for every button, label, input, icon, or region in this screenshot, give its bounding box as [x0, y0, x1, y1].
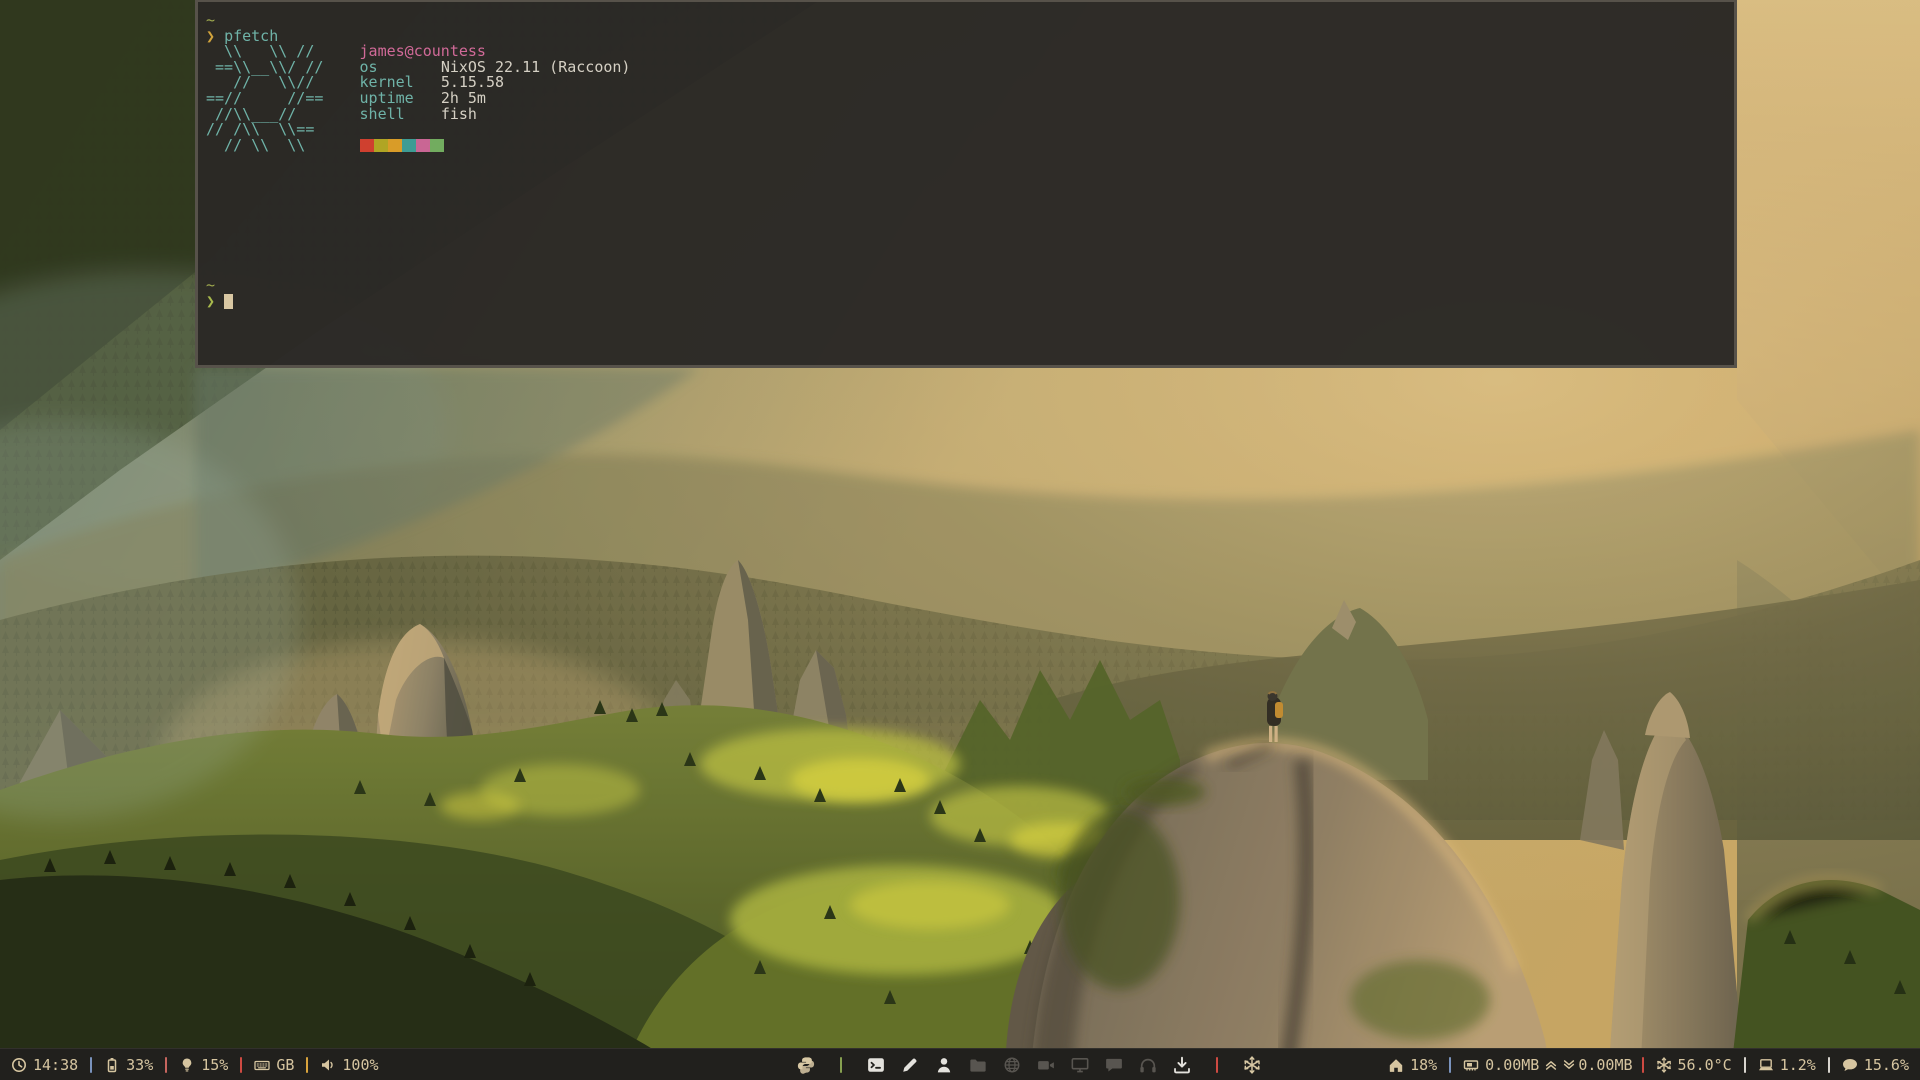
snowflake-icon — [1656, 1057, 1672, 1073]
terminal-content: ~❯ pfetch \\ \\ // james@countess ==\\__… — [206, 13, 1726, 309]
separator — [840, 1057, 842, 1073]
terminal-line — [206, 247, 1726, 263]
separator — [1642, 1057, 1644, 1073]
volume-value: 100% — [342, 1056, 378, 1074]
terminal-line — [206, 216, 1726, 232]
terminal-line — [206, 185, 1726, 201]
browser-tray-icon[interactable] — [1003, 1056, 1021, 1074]
status-bar-left: 14:38 33% 15% GB 100% — [8, 1049, 382, 1080]
terminal-line — [206, 200, 1726, 216]
memory-widget: 15.6% — [1842, 1056, 1909, 1074]
terminal-text: shell — [360, 105, 441, 123]
network-download-value: 0.00MB — [1578, 1056, 1632, 1074]
terminal-window[interactable]: ~❯ pfetch \\ \\ // james@countess ==\\__… — [195, 0, 1737, 368]
separator — [1828, 1057, 1830, 1073]
editor-tray-icon[interactable] — [901, 1056, 919, 1074]
separator — [1216, 1057, 1218, 1073]
separator — [240, 1057, 242, 1073]
messages-tray-icon[interactable] — [1105, 1056, 1123, 1074]
battery-value: 33% — [126, 1056, 153, 1074]
bubble-icon — [1842, 1057, 1858, 1073]
brightness-value: 15% — [201, 1056, 228, 1074]
temperature-value: 56.0°C — [1678, 1056, 1732, 1074]
status-bar: 14:3833%15%GB100% 18%0.00MB0.00MB56.0°C1… — [0, 1048, 1920, 1080]
terminal-text: ❯ — [206, 292, 224, 310]
user-tray-icon[interactable] — [935, 1056, 953, 1074]
volume-widget: 100% — [320, 1056, 378, 1074]
terminal-line — [206, 169, 1726, 185]
cpu-widget: 1.2% — [1758, 1056, 1816, 1074]
color-palette-line: // \\ \\ — [206, 138, 1726, 154]
status-bar-tray — [797, 1049, 1261, 1080]
terminal-line — [206, 263, 1726, 279]
cwd-indicator: ~ — [206, 278, 1726, 294]
laptop-icon — [1758, 1057, 1774, 1073]
upload-chevrons-icon — [1544, 1058, 1558, 1072]
network-value: 0.00MB — [1485, 1056, 1539, 1074]
clock-icon — [11, 1057, 27, 1073]
cwd-indicator: ~ — [206, 13, 1726, 29]
terminal-text: fish — [441, 105, 477, 123]
clock-value: 14:38 — [33, 1056, 78, 1074]
palette-swatch — [416, 139, 430, 152]
palette-swatch — [430, 139, 444, 152]
network-widget: 0.00MB — [1463, 1056, 1539, 1074]
clock-widget: 14:38 — [11, 1056, 78, 1074]
pfetch-line: // /\\ \\== — [206, 122, 1726, 138]
python-tray-icon[interactable] — [797, 1056, 815, 1074]
pfetch-line: //\\___// shell fish — [206, 107, 1726, 123]
brightness-widget: 15% — [179, 1056, 228, 1074]
terminal-text: // \\ \\ — [206, 136, 360, 154]
palette-swatch — [402, 139, 416, 152]
separator — [1744, 1057, 1746, 1073]
keyboard-layout-value: GB — [276, 1056, 294, 1074]
download-chevrons-icon — [1562, 1058, 1576, 1072]
separator — [165, 1057, 167, 1073]
terminal-line — [206, 153, 1726, 169]
display-tray-icon[interactable] — [1071, 1056, 1089, 1074]
separator — [90, 1057, 92, 1073]
audio-tray-icon[interactable] — [1139, 1056, 1157, 1074]
desktop: ~❯ pfetch \\ \\ // james@countess ==\\__… — [0, 0, 1920, 1080]
input-line[interactable]: ❯ — [206, 294, 1726, 310]
palette-swatch — [388, 139, 402, 152]
cpu-value: 1.2% — [1780, 1056, 1816, 1074]
palette-swatch — [360, 139, 374, 152]
home-disk-value: 18% — [1410, 1056, 1437, 1074]
terminal-cursor — [224, 294, 233, 309]
temperature-widget: 56.0°C — [1656, 1056, 1732, 1074]
nic-icon — [1463, 1057, 1479, 1073]
memory-value: 15.6% — [1864, 1056, 1909, 1074]
separator — [1449, 1057, 1451, 1073]
camera-tray-icon[interactable] — [1037, 1056, 1055, 1074]
keyboard-icon — [254, 1057, 270, 1073]
battery-icon — [104, 1057, 120, 1073]
terminal-line — [206, 231, 1726, 247]
home-disk-widget: 18% — [1388, 1056, 1437, 1074]
battery-widget: 33% — [104, 1056, 153, 1074]
terminal-app-tray-icon[interactable] — [867, 1056, 885, 1074]
nixos-tray-icon[interactable] — [1243, 1056, 1261, 1074]
home-icon — [1388, 1057, 1404, 1073]
keyboard-layout-widget: GB — [254, 1056, 294, 1074]
palette-swatch — [374, 139, 388, 152]
files-tray-icon[interactable] — [969, 1056, 987, 1074]
downloads-tray-icon[interactable] — [1173, 1056, 1191, 1074]
lightbulb-icon — [179, 1057, 195, 1073]
status-bar-right: 18% 0.00MB 0.00MB 56.0°C 1.2% 15.6% — [1385, 1049, 1912, 1080]
separator — [306, 1057, 308, 1073]
speaker-icon — [320, 1057, 336, 1073]
